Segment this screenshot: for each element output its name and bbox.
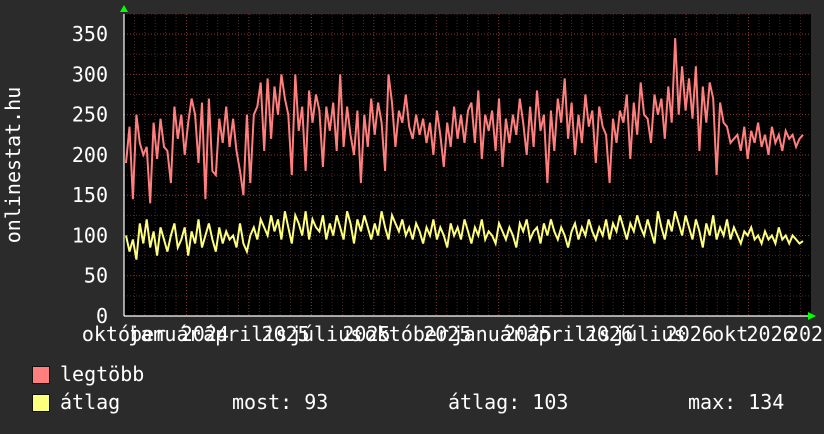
stat-average: átlag: 103 [448,390,568,414]
stat-current: most: 93 [232,390,328,414]
chart: 0 50 100 150 200 250 300 350 október január 2024 á… [0,0,824,430]
y-tick-label: 250 [72,103,108,127]
x-tick-labels: októberjanuár2024április2025július2025ok… [82,322,824,346]
y-tick-labels: 050100150200250300350 [72,22,108,328]
x-tick-label: 2026 [787,322,824,346]
stat-average-value: 103 [532,390,569,414]
legend-swatch-max [32,366,50,384]
y-axis-arrow-icon [120,5,128,12]
x-tick-label: okt [712,322,748,346]
y-tick-label: 100 [72,223,108,247]
y-tick-label: 50 [84,264,108,288]
stat-max: max: 134 [688,390,784,414]
y-tick-label: 350 [72,22,108,46]
y-axis-label: onlinestat.hu [1,87,25,244]
stat-max-value: 134 [748,390,785,414]
stat-current-value: 93 [304,390,329,414]
y-tick-label: 150 [72,183,108,207]
stat-max-label: max: [688,390,737,414]
legend-label-max: legtöbb [60,362,145,386]
x-axis-arrow-icon [808,312,816,320]
x-tick-label: 2026 [666,322,714,346]
legend-swatch-avg [32,394,50,412]
legend-label-avg: átlag [60,390,121,414]
y-tick-label: 200 [72,143,108,167]
stat-current-label: most: [232,390,293,414]
stat-average-label: átlag: [448,390,521,414]
legend-item-avg: átlag most: 93 átlag: 103 max: 134 [32,390,792,414]
y-tick-label: 300 [72,62,108,86]
